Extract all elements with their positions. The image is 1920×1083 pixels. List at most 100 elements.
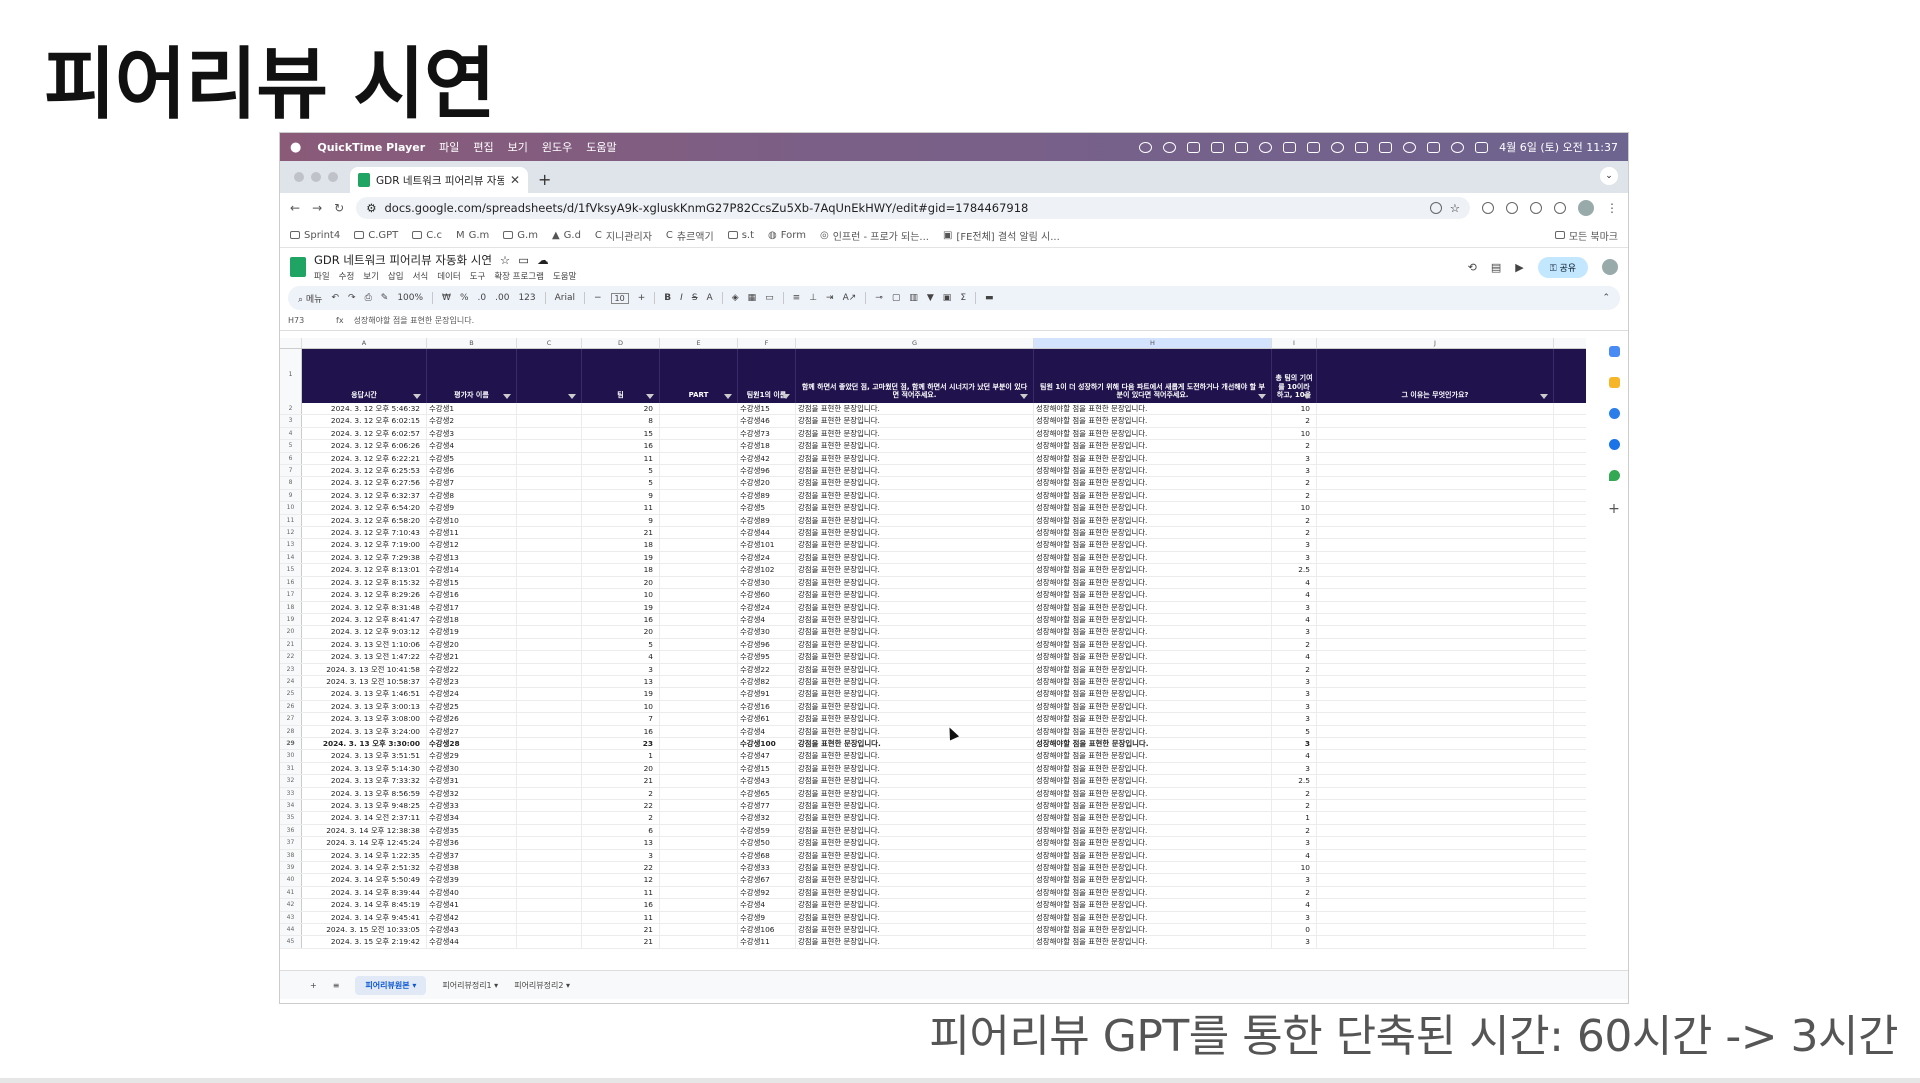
row-number[interactable]: 15 (280, 564, 302, 576)
table-cell[interactable]: 수강생19 (427, 626, 517, 638)
table-cell[interactable]: 22 (582, 800, 660, 812)
table-cell[interactable]: 3 (1272, 551, 1317, 564)
text-rotate-icon[interactable]: A↗ (843, 293, 857, 303)
table-cell[interactable]: 수강생9 (738, 911, 796, 924)
table-cell[interactable]: 성장해야할 점을 표현한 문장입니다. (1034, 837, 1272, 849)
table-cell[interactable] (660, 787, 738, 799)
table-cell[interactable]: 수강생46 (738, 415, 796, 427)
back-icon[interactable]: ← (290, 201, 300, 215)
doc-title[interactable]: GDR 네트워크 피어리뷰 자동화 시연 (314, 252, 492, 268)
table-cell[interactable]: 11 (582, 452, 660, 465)
table-cell[interactable] (1317, 427, 1554, 440)
menu-window[interactable]: 윈도우 (542, 139, 572, 155)
table-cell[interactable] (1317, 626, 1554, 638)
bookmark-item[interactable]: C 츄르액기 (666, 228, 714, 243)
link-icon[interactable]: ⊸ (875, 293, 883, 303)
battery-icon[interactable] (1379, 141, 1393, 153)
table-cell[interactable]: 2024. 3. 12 오후 8:29:26 (302, 589, 427, 601)
table-cell[interactable]: 성장해야할 점을 표현한 문장입니다. (1034, 762, 1272, 775)
table-cell[interactable] (660, 427, 738, 440)
table-cell[interactable]: 2 (1272, 787, 1317, 799)
table-cell[interactable]: 수강생15 (427, 576, 517, 589)
bookmark-item[interactable]: C 지니관리자 (595, 228, 652, 243)
table-cell[interactable]: 23 (582, 737, 660, 750)
bookmark-star-icon[interactable]: ☆ (1450, 201, 1460, 215)
table-cell[interactable]: 21 (582, 936, 660, 948)
header-cell[interactable]: 팀원 1이 더 성장하기 위해 다음 파트에서 새롭게 도전하거나 개선해야 할… (1034, 349, 1272, 403)
font-size-increase-icon[interactable]: + (638, 293, 646, 303)
text-wrap-icon[interactable]: ⇥ (826, 293, 834, 303)
url-field[interactable]: ⚙ docs.google.com/spreadsheets/d/1fVksyA… (356, 197, 1470, 219)
table-cell[interactable]: 강점을 표현한 문장입니다. (796, 514, 1034, 527)
table-cell[interactable] (517, 489, 582, 502)
table-cell[interactable]: 2024. 3. 15 오전 10:33:05 (302, 924, 427, 936)
table-cell[interactable]: 수강생7 (427, 477, 517, 489)
table-cell[interactable]: 수강생31 (427, 775, 517, 787)
comment-icon[interactable]: ▢ (892, 293, 901, 303)
table-cell[interactable] (660, 713, 738, 725)
table-cell[interactable] (517, 812, 582, 824)
table-cell[interactable]: 2 (1272, 477, 1317, 489)
menu-help[interactable]: 도움말 (586, 139, 616, 155)
column-header[interactable]: B (427, 338, 517, 348)
table-cell[interactable] (1317, 762, 1554, 775)
table-cell[interactable] (517, 626, 582, 638)
table-cell[interactable]: 수강생44 (738, 527, 796, 539)
table-cell[interactable]: 수강생44 (427, 936, 517, 948)
table-cell[interactable]: 수강생67 (738, 874, 796, 886)
table-cell[interactable]: 3 (1272, 452, 1317, 465)
row-number[interactable]: 23 (280, 663, 302, 675)
row-number[interactable]: 1 (280, 349, 302, 403)
borders-icon[interactable]: ▦ (748, 293, 757, 303)
table-cell[interactable] (517, 502, 582, 514)
row-number[interactable]: 42 (280, 899, 302, 911)
table-cell[interactable]: 2 (1272, 514, 1317, 527)
table-cell[interactable]: 3 (1272, 713, 1317, 725)
table-cell[interactable] (660, 936, 738, 948)
table-cell[interactable]: 수강생82 (738, 675, 796, 688)
header-cell[interactable]: 함께 하면서 좋았던 점, 고마웠던 점, 함께 하면서 시너지가 났던 부분이… (796, 349, 1034, 403)
table-cell[interactable]: 10 (1272, 427, 1317, 440)
table-cell[interactable]: 수강생4 (427, 440, 517, 452)
functions-icon[interactable]: Σ (960, 293, 966, 303)
table-cell[interactable]: 성장해야할 점을 표현한 문장입니다. (1034, 576, 1272, 589)
table-cell[interactable]: 수강생3 (427, 427, 517, 440)
table-cell[interactable]: 2024. 3. 12 오후 6:02:15 (302, 415, 427, 427)
table-cell[interactable]: 2 (1272, 800, 1317, 812)
bookmark-item[interactable]: ▲ G.d (552, 230, 581, 241)
table-cell[interactable]: 18 (582, 539, 660, 551)
keyboard-input-icon[interactable] (1427, 141, 1441, 153)
table-cell[interactable] (1317, 465, 1554, 477)
table-cell[interactable] (660, 564, 738, 576)
table-cell[interactable] (517, 440, 582, 452)
table-cell[interactable]: 강점을 표현한 문장입니다. (796, 589, 1034, 601)
tasks-icon[interactable] (1608, 408, 1620, 419)
paint-format-icon[interactable]: ✎ (381, 293, 389, 303)
table-cell[interactable]: 수강생18 (427, 613, 517, 626)
table-cell[interactable]: 4 (1272, 899, 1317, 911)
table-cell[interactable]: 9 (582, 514, 660, 527)
table-cell[interactable] (1317, 551, 1554, 564)
table-cell[interactable]: 성장해야할 점을 표현한 문장입니다. (1034, 787, 1272, 799)
row-number[interactable]: 30 (280, 750, 302, 762)
redo-icon[interactable]: ↷ (348, 293, 356, 303)
table-cell[interactable]: 성장해야할 점을 표현한 문장입니다. (1034, 477, 1272, 489)
table-cell[interactable]: 3 (1272, 737, 1317, 750)
table-cell[interactable] (1317, 539, 1554, 551)
table-cell[interactable] (1317, 812, 1554, 824)
table-cell[interactable]: 2024. 3. 12 오후 8:15:32 (302, 576, 427, 589)
new-tab-icon[interactable]: + (538, 170, 551, 189)
increase-decimal-icon[interactable]: .00 (495, 293, 509, 303)
collapse-toolbar-icon[interactable]: ⌃ (1602, 293, 1610, 303)
select-all-corner[interactable] (280, 338, 302, 348)
doc-menu-item[interactable]: 파일 (314, 270, 330, 282)
table-cell[interactable]: 5 (582, 477, 660, 489)
table-cell[interactable]: 성장해야할 점을 표현한 문장입니다. (1034, 862, 1272, 874)
table-cell[interactable]: 8 (582, 415, 660, 427)
table-cell[interactable] (517, 700, 582, 713)
table-cell[interactable]: 성장해야할 점을 표현한 문장입니다. (1034, 514, 1272, 527)
table-cell[interactable]: 수강생91 (738, 688, 796, 700)
forward-icon[interactable]: → (312, 201, 322, 215)
table-cell[interactable] (660, 824, 738, 837)
table-cell[interactable]: 2024. 3. 13 오전 1:10:06 (302, 638, 427, 651)
